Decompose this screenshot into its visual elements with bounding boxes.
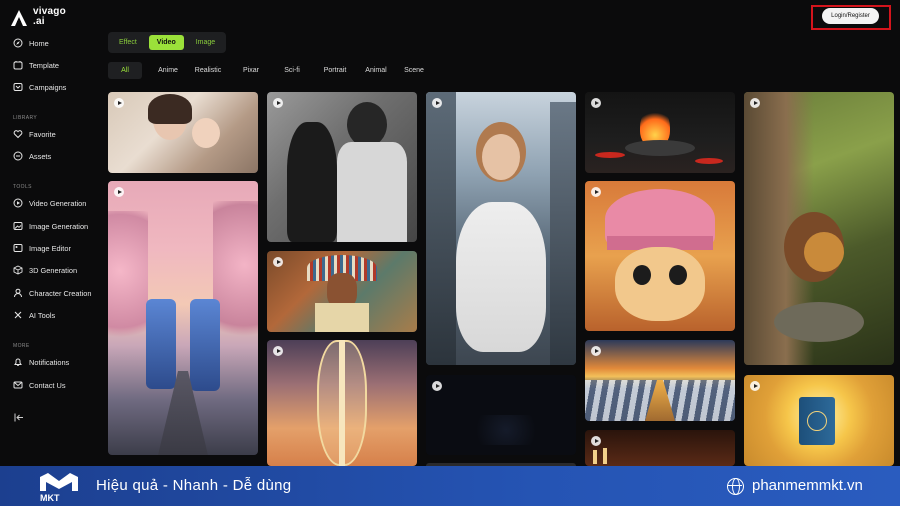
- video-card[interactable]: [585, 340, 735, 421]
- sidebar-item-label: Image Editor: [29, 243, 71, 253]
- play-icon: [273, 257, 283, 267]
- filter-portrait[interactable]: Portrait: [322, 62, 348, 79]
- sidebar-item-character-creation[interactable]: Character Creation: [13, 285, 91, 301]
- section-title-library: LIBRARY: [13, 115, 38, 121]
- sidebar-item-label: 3D Generation: [29, 265, 78, 275]
- video-card[interactable]: [108, 92, 258, 173]
- section-title-tools: TOOLS: [13, 184, 32, 190]
- video-card[interactable]: [585, 92, 735, 173]
- video-card[interactable]: [744, 92, 894, 365]
- sidebar-item-label: Image Generation: [29, 221, 89, 231]
- sidebar-item-label: Campaigns: [29, 82, 67, 92]
- filter-sci-fi[interactable]: Sci-fi: [283, 62, 301, 79]
- sidebar-item-label: Notifications: [29, 357, 70, 367]
- assets-icon: [13, 151, 23, 161]
- play-icon: [273, 346, 283, 356]
- filter-realistic[interactable]: Realistic: [193, 62, 223, 79]
- sidebar-item-3d-generation[interactable]: 3D Generation: [13, 262, 77, 278]
- sidebar-item-template[interactable]: Template: [13, 57, 59, 73]
- video-card[interactable]: [267, 251, 417, 332]
- tab-effect[interactable]: Effect: [111, 35, 145, 50]
- cube-icon: [13, 265, 23, 275]
- promo-banner: MKT Hiệu quả - Nhanh - Dễ dùng phanmemmk…: [0, 466, 900, 506]
- play-icon: [591, 346, 601, 356]
- campaign-icon: [13, 82, 23, 92]
- sidebar-item-video-generation[interactable]: Video Generation: [13, 195, 86, 211]
- collapse-sidebar-icon[interactable]: [14, 413, 24, 424]
- sidebar-item-favorite[interactable]: Favorite: [13, 126, 56, 142]
- sidebar-item-label: Template: [29, 60, 59, 70]
- video-card[interactable]: [108, 181, 258, 455]
- filter-anime[interactable]: Anime: [155, 62, 181, 79]
- person-icon: [13, 288, 23, 298]
- sidebar-item-label: Video Generation: [29, 198, 87, 208]
- sidebar-item-label: Assets: [29, 151, 52, 161]
- video-card[interactable]: [426, 375, 576, 455]
- sidebar: vivago .ai Home Template Campaigns LIBRA…: [0, 0, 96, 466]
- app-window: vivago .ai Home Template Campaigns LIBRA…: [0, 0, 900, 506]
- video-card[interactable]: [744, 375, 894, 466]
- banner-slogan: Hiệu quả - Nhanh - Dễ dùng: [96, 477, 292, 494]
- sidebar-item-campaigns[interactable]: Campaigns: [13, 79, 66, 95]
- brand-logo[interactable]: vivago .ai: [10, 7, 66, 27]
- filter-all[interactable]: All: [108, 62, 142, 79]
- video-card[interactable]: [426, 92, 576, 365]
- sidebar-item-home[interactable]: Home: [13, 35, 49, 51]
- play-icon: [750, 98, 760, 108]
- section-title-more: MORE: [13, 343, 30, 349]
- play-icon: [432, 98, 442, 108]
- mkt-logo-text: MKT: [40, 493, 60, 503]
- banner-website[interactable]: phanmemmkt.vn: [752, 477, 863, 494]
- filter-scene[interactable]: Scene: [404, 62, 424, 79]
- play-icon: [750, 381, 760, 391]
- tools-icon: [13, 310, 23, 320]
- sidebar-item-label: Character Creation: [29, 288, 92, 298]
- video-card[interactable]: [585, 430, 735, 466]
- sidebar-item-image-editor[interactable]: Image Editor: [13, 240, 71, 256]
- image-icon: [13, 221, 23, 231]
- sidebar-item-contact-us[interactable]: Contact Us: [13, 377, 66, 393]
- sidebar-item-notifications[interactable]: Notifications: [13, 354, 69, 370]
- sidebar-item-label: Home: [29, 38, 49, 48]
- heart-icon: [13, 129, 23, 139]
- sidebar-item-label: AI Tools: [29, 310, 56, 320]
- sidebar-item-assets[interactable]: Assets: [13, 148, 51, 164]
- brand-name: vivago .ai: [33, 6, 66, 27]
- mail-icon: [13, 380, 23, 390]
- video-grid: [108, 92, 894, 466]
- vivago-logo-icon: [11, 10, 27, 26]
- category-filters: All Anime Realistic Pixar Sci-fi Portrai…: [108, 62, 424, 79]
- video-card[interactable]: [585, 181, 735, 331]
- template-icon: [13, 60, 23, 70]
- editor-icon: [13, 243, 23, 253]
- tab-video[interactable]: Video: [148, 35, 184, 50]
- play-icon: [114, 187, 124, 197]
- play-icon: [591, 436, 601, 446]
- login-register-button[interactable]: Login/Register: [822, 8, 879, 24]
- sidebar-item-ai-tools[interactable]: AI Tools: [13, 307, 55, 323]
- media-type-tabs: Effect Video Image: [108, 32, 226, 53]
- bell-icon: [13, 357, 23, 367]
- sidebar-item-label: Contact Us: [29, 380, 66, 390]
- play-icon: [591, 98, 601, 108]
- filter-animal[interactable]: Animal: [364, 62, 388, 79]
- video-card[interactable]: [267, 340, 417, 466]
- filter-pixar[interactable]: Pixar: [242, 62, 260, 79]
- video-card[interactable]: [267, 92, 417, 242]
- play-icon: [273, 98, 283, 108]
- compass-icon: [13, 38, 23, 48]
- sidebar-item-image-generation[interactable]: Image Generation: [13, 218, 88, 234]
- sidebar-item-label: Favorite: [29, 129, 56, 139]
- video-icon: [13, 198, 23, 208]
- play-icon: [432, 381, 442, 391]
- globe-icon: [727, 478, 744, 495]
- play-icon: [114, 98, 124, 108]
- play-icon: [591, 187, 601, 197]
- tab-image[interactable]: Image: [188, 35, 223, 50]
